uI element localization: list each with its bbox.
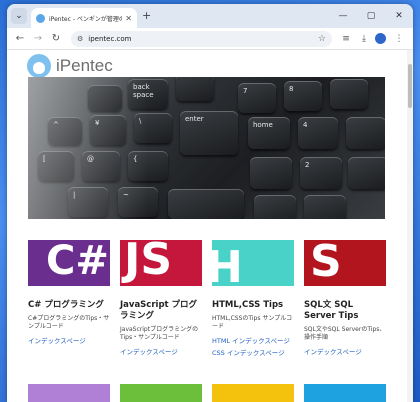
javascript-thumbnail[interactable]: JS bbox=[120, 240, 202, 286]
key bbox=[250, 157, 292, 189]
sql-thumbnail[interactable]: S bbox=[304, 240, 386, 286]
restore-button[interactable]: ▢ bbox=[357, 4, 385, 28]
card-sql[interactable]: S SQL文 SQL Server Tips SQL文やSQL ServerのT… bbox=[304, 240, 386, 358]
tab-bar: ⌄ iPentec - ペンギンが管理の技術サ ✕ + — ▢ ✕ bbox=[7, 4, 413, 28]
html-css-thumbnail[interactable]: H bbox=[212, 240, 294, 286]
html-index-link[interactable]: HTML インデックスページ bbox=[212, 337, 294, 346]
card-thumbnail[interactable] bbox=[120, 384, 202, 402]
page-viewport: iPentec back space 7 8 ^ ¥ \ enter home … bbox=[7, 50, 413, 402]
site-logo-text[interactable]: iPentec bbox=[56, 56, 113, 76]
key: 7 bbox=[238, 83, 276, 113]
key bbox=[176, 77, 214, 101]
minimize-button[interactable]: — bbox=[329, 4, 357, 28]
key bbox=[304, 195, 346, 219]
hero-keyboard-image: back space 7 8 ^ ¥ \ enter home 4 [ @ { … bbox=[28, 77, 385, 219]
card-description: HTML,CSSのTips サンプルコード bbox=[212, 315, 293, 330]
close-window-button[interactable]: ✕ bbox=[385, 4, 413, 28]
forward-button[interactable]: → bbox=[31, 33, 45, 44]
key bbox=[330, 79, 368, 109]
html-css-glyph: H bbox=[212, 242, 243, 286]
new-tab-button[interactable]: + bbox=[142, 9, 151, 22]
tab-search-button[interactable]: ⌄ bbox=[11, 8, 27, 24]
card-csharp[interactable]: C# C# プログラミング C#プログラミングのTips・サンプルコード インデ… bbox=[28, 240, 110, 358]
key-label: 8 bbox=[289, 85, 294, 93]
key bbox=[168, 189, 244, 219]
key bbox=[348, 157, 385, 189]
site-info-icon[interactable]: ⚙ bbox=[77, 35, 83, 43]
media-control-icon[interactable]: ≡ bbox=[338, 34, 354, 44]
card-title[interactable]: HTML,CSS Tips bbox=[212, 300, 294, 311]
card-thumbnail[interactable] bbox=[212, 384, 294, 402]
key: 8 bbox=[284, 81, 322, 111]
menu-icon[interactable]: ⋮ bbox=[391, 34, 407, 44]
javascript-glyph: JS bbox=[124, 240, 173, 285]
index-link[interactable]: インデックスページ bbox=[120, 348, 202, 357]
close-tab-icon[interactable]: ✕ bbox=[125, 14, 132, 23]
card-description: JavaScriptプログラミングのTips・サンプルコード bbox=[120, 326, 199, 341]
card-title[interactable]: SQL文 SQL Server Tips bbox=[304, 300, 386, 322]
index-link[interactable]: インデックスページ bbox=[304, 348, 386, 357]
scrollbar-thumb[interactable] bbox=[408, 64, 412, 108]
card-description: C#プログラミングのTips・サンプルコード bbox=[28, 315, 110, 330]
key-label: home bbox=[253, 121, 273, 129]
key-label: 4 bbox=[303, 121, 308, 129]
css-index-link[interactable]: CSS インデックスページ bbox=[212, 349, 294, 358]
next-card-row bbox=[28, 384, 386, 402]
favicon-icon bbox=[36, 13, 45, 23]
key: home bbox=[248, 117, 290, 149]
key: 2 bbox=[300, 157, 342, 189]
card-thumbnail[interactable] bbox=[304, 384, 386, 402]
download-icon[interactable]: ⤓ bbox=[356, 34, 372, 44]
back-button[interactable]: ← bbox=[13, 33, 27, 44]
active-tab[interactable]: iPentec - ペンギンが管理の技術サ ✕ bbox=[31, 8, 137, 28]
key-label: enter bbox=[185, 115, 204, 123]
browser-window: ⌄ iPentec - ペンギンが管理の技術サ ✕ + — ▢ ✕ ← → ↻ … bbox=[7, 4, 413, 402]
tab-title: iPentec - ペンギンが管理の技術サ bbox=[49, 15, 123, 23]
csharp-glyph: C# bbox=[46, 240, 109, 284]
key: 4 bbox=[298, 117, 338, 149]
key bbox=[346, 117, 385, 149]
key bbox=[254, 195, 296, 219]
index-link[interactable]: インデックスページ bbox=[28, 337, 110, 346]
card-description: SQL文やSQL ServerのTips、操作手順 bbox=[304, 326, 386, 341]
card-title[interactable]: JavaScript プログラミング bbox=[120, 300, 202, 322]
reload-button[interactable]: ↻ bbox=[49, 33, 63, 44]
profile-avatar[interactable] bbox=[375, 33, 386, 44]
address-bar[interactable]: ⚙ ipentec.com ☆ bbox=[71, 30, 332, 47]
csharp-thumbnail[interactable]: C# bbox=[28, 240, 110, 286]
bookmark-star-icon[interactable]: ☆ bbox=[318, 34, 326, 44]
key-label: 2 bbox=[305, 161, 310, 169]
vertical-scrollbar[interactable] bbox=[407, 50, 413, 402]
url-text: ipentec.com bbox=[88, 34, 132, 43]
window-controls: — ▢ ✕ bbox=[329, 4, 413, 28]
sql-glyph: S bbox=[310, 240, 342, 286]
browser-toolbar: ← → ↻ ⚙ ipentec.com ☆ ≡ ⤓ ⋮ bbox=[7, 28, 413, 50]
card-title[interactable]: C# プログラミング bbox=[28, 300, 110, 311]
card-javascript[interactable]: JS JavaScript プログラミング JavaScriptプログラミングの… bbox=[120, 240, 202, 358]
penguin-logo-icon[interactable] bbox=[27, 54, 51, 78]
key: enter bbox=[180, 111, 238, 155]
card-html-css[interactable]: H HTML,CSS Tips HTML,CSSのTips サンプルコード HT… bbox=[212, 240, 294, 358]
category-cards: C# C# プログラミング C#プログラミングのTips・サンプルコード インデ… bbox=[28, 240, 388, 358]
card-thumbnail[interactable] bbox=[28, 384, 110, 402]
hero-highlight bbox=[28, 77, 148, 219]
key-label: 7 bbox=[243, 87, 248, 95]
